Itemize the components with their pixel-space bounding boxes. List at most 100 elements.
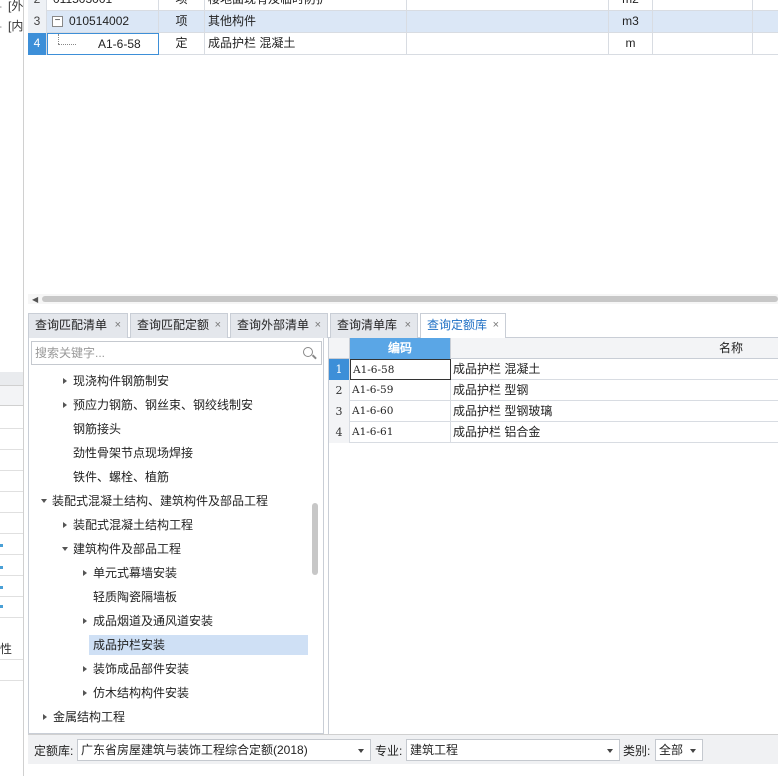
tree-node[interactable]: 铁件、螺栓、植筋: [73, 467, 169, 487]
tree-node[interactable]: 现浇构件钢筋制安: [63, 371, 169, 391]
close-icon[interactable]: ×: [405, 314, 411, 337]
row-name[interactable]: 楼地面现有及临时防护: [205, 0, 407, 11]
table-row[interactable]: 2 A1-6-59 成品护栏 型钢: [329, 380, 778, 401]
expand-arrow-icon[interactable]: [43, 714, 47, 720]
left-panel-marker: [0, 586, 3, 589]
row-unit[interactable]: m: [609, 33, 653, 55]
table-row[interactable]: 1 A1-6-58 成品护栏 混凝土: [329, 359, 778, 380]
row-feature[interactable]: [407, 0, 609, 11]
tree-node[interactable]: 轻质陶瓷隔墙板: [93, 587, 177, 607]
tree-node[interactable]: 建筑构件及部品工程: [62, 539, 181, 559]
tree-node[interactable]: 装饰成品部件安装: [83, 659, 189, 679]
close-icon[interactable]: ×: [215, 314, 221, 337]
bill-grid: 2 011503001 项 楼地面现有及临时防护 m2 3 − 01051400…: [28, 0, 778, 294]
row-code-editor[interactable]: A1-6-58: [47, 33, 159, 55]
vertical-scrollbar-thumb[interactable]: [312, 503, 318, 575]
table-row[interactable]: 4 A1-6-58 定 成品护栏 混凝土 m: [28, 33, 778, 55]
app-window: -[外 -[内 性 2 011503001 项 楼地面现有及临时防护 m2: [0, 0, 778, 776]
column-header-name[interactable]: 名称: [451, 338, 778, 359]
left-panel-row-inner[interactable]: -[内: [0, 16, 23, 36]
category-select[interactable]: 全部: [655, 739, 703, 761]
scroll-left-icon[interactable]: ◀: [32, 295, 38, 304]
expand-arrow-icon[interactable]: [83, 690, 87, 696]
tree-node[interactable]: 钢筋接头: [73, 419, 121, 439]
column-header-code[interactable]: 编码: [350, 338, 451, 359]
tree-node[interactable]: 金属结构工程: [43, 707, 125, 727]
tree-node-label: 现浇构件钢筋制安: [73, 374, 170, 388]
row-feature[interactable]: [407, 11, 609, 33]
tree-connector: [58, 44, 76, 45]
row-extra[interactable]: [753, 0, 778, 11]
collapse-arrow-icon[interactable]: [41, 499, 47, 503]
quota-library-label: 定额库:: [34, 744, 74, 758]
tree-node[interactable]: 仿木结构构件安装: [83, 683, 189, 703]
row-code-text: 010514002: [69, 14, 130, 28]
grid-corner[interactable]: [329, 338, 350, 359]
tab-quota-library[interactable]: 查询定额库 ×: [420, 313, 506, 339]
row-unit[interactable]: m2: [609, 0, 653, 11]
tree-node[interactable]: 装配式混凝土结构工程: [63, 515, 193, 535]
row-code[interactable]: A1-6-60: [350, 401, 451, 422]
search-box[interactable]: [31, 341, 322, 365]
row-name[interactable]: 成品护栏 混凝土: [205, 33, 407, 55]
row-name[interactable]: 成品护栏 铝合金: [453, 422, 540, 443]
row-name[interactable]: 成品护栏 型钢: [453, 380, 528, 401]
table-row[interactable]: 4 A1-6-61 成品护栏 铝合金: [329, 422, 778, 443]
table-row[interactable]: 2 011503001 项 楼地面现有及临时防护 m2: [28, 0, 778, 11]
major-select[interactable]: 建筑工程: [406, 739, 620, 761]
tree-node[interactable]: 劲性骨架节点现场焊接: [73, 443, 193, 463]
left-panel-row-line: [0, 428, 23, 429]
category-label: 类别:: [623, 744, 651, 758]
tab-external-bill[interactable]: 查询外部清单 ×: [230, 313, 328, 338]
row-name[interactable]: 成品护栏 型钢玻璃: [453, 401, 552, 422]
tree-node-label: 金属结构工程: [53, 710, 126, 724]
tab-match-quota[interactable]: 查询匹配定额 ×: [130, 313, 228, 338]
tab-bill-library[interactable]: 查询清单库 ×: [330, 313, 418, 338]
row-extra[interactable]: [653, 11, 753, 33]
row-extra[interactable]: [753, 11, 778, 33]
chevron-down-icon[interactable]: [358, 749, 364, 753]
tree-node[interactable]: 预应力钢筋、钢丝束、钢绞线制安: [63, 395, 253, 415]
row-name[interactable]: 成品护栏 混凝土: [453, 359, 540, 380]
left-panel-row-outer[interactable]: -[外: [0, 0, 23, 16]
tree-node-selected[interactable]: 成品护栏安装: [89, 635, 308, 655]
expand-arrow-icon[interactable]: [63, 378, 67, 384]
expand-arrow-icon[interactable]: [83, 666, 87, 672]
collapse-arrow-icon[interactable]: [62, 547, 68, 551]
close-icon[interactable]: ×: [493, 314, 499, 337]
row-name[interactable]: 其他构件: [205, 11, 407, 33]
quota-library-select[interactable]: 广东省房屋建筑与装饰工程综合定额(2018): [77, 739, 371, 761]
row-extra[interactable]: [753, 33, 778, 55]
filter-bar: 定额库: 广东省房屋建筑与装饰工程综合定额(2018) 专业: 建筑工程 类别:…: [28, 734, 778, 764]
search-input[interactable]: [32, 342, 292, 364]
table-row[interactable]: 3 − 010514002 项 其他构件 m3: [28, 11, 778, 33]
expand-arrow-icon[interactable]: [83, 570, 87, 576]
horizontal-scrollbar[interactable]: ◀: [28, 294, 778, 304]
chevron-down-icon[interactable]: [690, 749, 696, 753]
row-feature[interactable]: [407, 33, 609, 55]
row-code[interactable]: A1-6-59: [350, 380, 451, 401]
close-icon[interactable]: ×: [315, 314, 321, 337]
tree-node[interactable]: 装配式混凝土结构、建筑构件及部品工程: [41, 491, 268, 511]
expand-arrow-icon[interactable]: [63, 522, 67, 528]
search-icon[interactable]: [303, 347, 313, 357]
collapse-icon[interactable]: −: [52, 16, 63, 27]
row-extra[interactable]: [653, 33, 753, 55]
row-code[interactable]: A1-6-61: [350, 422, 451, 443]
scrollbar-thumb[interactable]: [42, 296, 778, 302]
row-unit[interactable]: m3: [609, 11, 653, 33]
row-extra[interactable]: [653, 0, 753, 11]
close-icon[interactable]: ×: [115, 314, 121, 337]
tab-match-bill[interactable]: 查询匹配清单 ×: [28, 313, 128, 338]
tree-node[interactable]: 单元式幕墙安装: [83, 563, 177, 583]
expand-arrow-icon[interactable]: [63, 402, 67, 408]
row-code[interactable]: 011503001: [47, 0, 159, 11]
expand-arrow-icon[interactable]: [83, 618, 87, 624]
tree-node[interactable]: 成品烟道及通风道安装: [83, 611, 213, 631]
row-code[interactable]: − 010514002: [47, 11, 159, 33]
category-value: 全部: [659, 743, 684, 757]
chevron-down-icon[interactable]: [607, 749, 613, 753]
table-row[interactable]: 3 A1-6-60 成品护栏 型钢玻璃: [329, 401, 778, 422]
row-number: 2: [28, 0, 47, 11]
row-code[interactable]: A1-6-58: [350, 359, 451, 380]
